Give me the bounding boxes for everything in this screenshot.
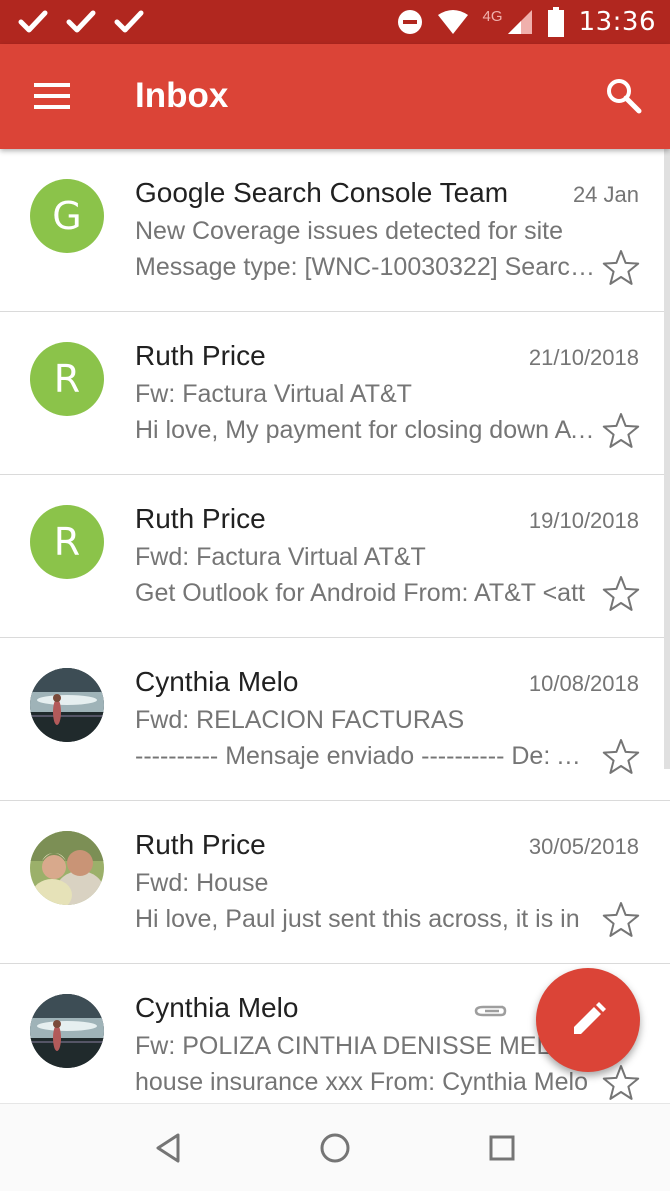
page-title: Inbox xyxy=(135,76,229,115)
avatar[interactable]: G xyxy=(30,179,104,253)
search-icon[interactable] xyxy=(604,76,644,116)
email-row[interactable]: Ruth Price 30/05/2018 Fwd: House Hi love… xyxy=(0,801,670,964)
star-icon[interactable] xyxy=(602,738,640,776)
signal-icon xyxy=(507,10,532,34)
email-snippet: Message type: [WNC-10030322] Search Cons… xyxy=(135,253,595,281)
avatar[interactable]: R xyxy=(30,505,104,579)
email-subject: Fwd: Factura Virtual AT&T xyxy=(135,543,426,571)
check-icon xyxy=(18,10,48,33)
email-sender: Cynthia Melo xyxy=(135,992,299,1023)
email-date: 30/05/2018 xyxy=(528,834,639,859)
app-bar: Inbox xyxy=(0,44,670,149)
email-subject: Fwd: House xyxy=(135,869,269,897)
email-row[interactable]: R Ruth Price 21/10/2018 Fw: Factura Virt… xyxy=(0,312,670,475)
star-icon[interactable] xyxy=(602,412,640,450)
avatar-letter: R xyxy=(53,357,81,401)
scrollbar[interactable] xyxy=(664,149,670,769)
pencil-compose-icon xyxy=(574,1002,606,1034)
star-icon[interactable] xyxy=(602,575,640,613)
compose-button[interactable] xyxy=(536,968,640,1072)
email-list[interactable]: G Google Search Console Team 24 Jan New … xyxy=(0,149,670,1103)
email-subject: Fw: POLIZA CINTHIA DENISSE MELO xyxy=(135,1032,570,1060)
email-row[interactable]: R Ruth Price 19/10/2018 Fwd: Factura Vir… xyxy=(0,475,670,638)
status-bar: 4G 13:36 xyxy=(0,0,670,44)
clock: 13:36 xyxy=(578,7,656,37)
back-icon[interactable] xyxy=(150,1130,186,1166)
network-type-label: 4G xyxy=(482,7,503,25)
email-subject: Fw: Factura Virtual AT&T xyxy=(135,380,412,408)
email-date: 19/10/2018 xyxy=(528,508,639,533)
email-snippet: Hi love, My payment for closing down AT&… xyxy=(135,416,595,444)
check-icon xyxy=(114,10,144,33)
avatar-letter: R xyxy=(53,520,81,564)
email-sender: Ruth Price xyxy=(135,340,266,371)
email-date: 10/08/2018 xyxy=(528,671,639,696)
email-date: 21/10/2018 xyxy=(528,345,639,370)
email-sender: Ruth Price xyxy=(135,829,266,860)
avatar[interactable] xyxy=(30,668,104,742)
email-snippet: ---------- Mensaje enviado ---------- De… xyxy=(135,742,595,770)
email-snippet: house insurance xxx From: Cynthia Melo xyxy=(135,1068,588,1096)
system-icons: 4G 13:36 xyxy=(397,6,656,38)
email-subject: New Coverage issues detected for site xyxy=(135,217,563,245)
email-sender: Cynthia Melo xyxy=(135,666,299,697)
email-snippet: Hi love, Paul just sent this across, it … xyxy=(135,905,580,933)
avatar[interactable]: R xyxy=(30,342,104,416)
recents-icon[interactable] xyxy=(484,1130,520,1166)
email-date: 24 Jan xyxy=(572,182,639,207)
avatar-letter: G xyxy=(52,194,82,238)
navigation-bar xyxy=(0,1103,670,1191)
email-subject: Fwd: RELACION FACTURAS xyxy=(135,706,465,734)
star-icon[interactable] xyxy=(602,1064,640,1102)
email-row[interactable]: G Google Search Console Team 24 Jan New … xyxy=(0,149,670,312)
star-icon[interactable] xyxy=(602,901,640,939)
do-not-disturb-icon xyxy=(397,10,422,34)
email-sender: Ruth Price xyxy=(135,503,266,534)
wifi-icon xyxy=(437,10,468,34)
email-snippet: Get Outlook for Android From: AT&T <att xyxy=(135,579,585,607)
star-icon[interactable] xyxy=(602,249,640,287)
email-row[interactable]: Cynthia Melo 10/08/2018 Fwd: RELACION FA… xyxy=(0,638,670,801)
check-icon xyxy=(66,10,96,33)
notification-icons xyxy=(18,10,144,34)
battery-icon xyxy=(547,7,564,37)
avatar[interactable] xyxy=(30,994,104,1068)
email-sender: Google Search Console Team xyxy=(135,177,509,208)
home-icon[interactable] xyxy=(317,1130,353,1166)
avatar[interactable] xyxy=(30,831,104,905)
attachment-icon xyxy=(474,1005,507,1017)
hamburger-menu-icon[interactable] xyxy=(34,82,70,110)
